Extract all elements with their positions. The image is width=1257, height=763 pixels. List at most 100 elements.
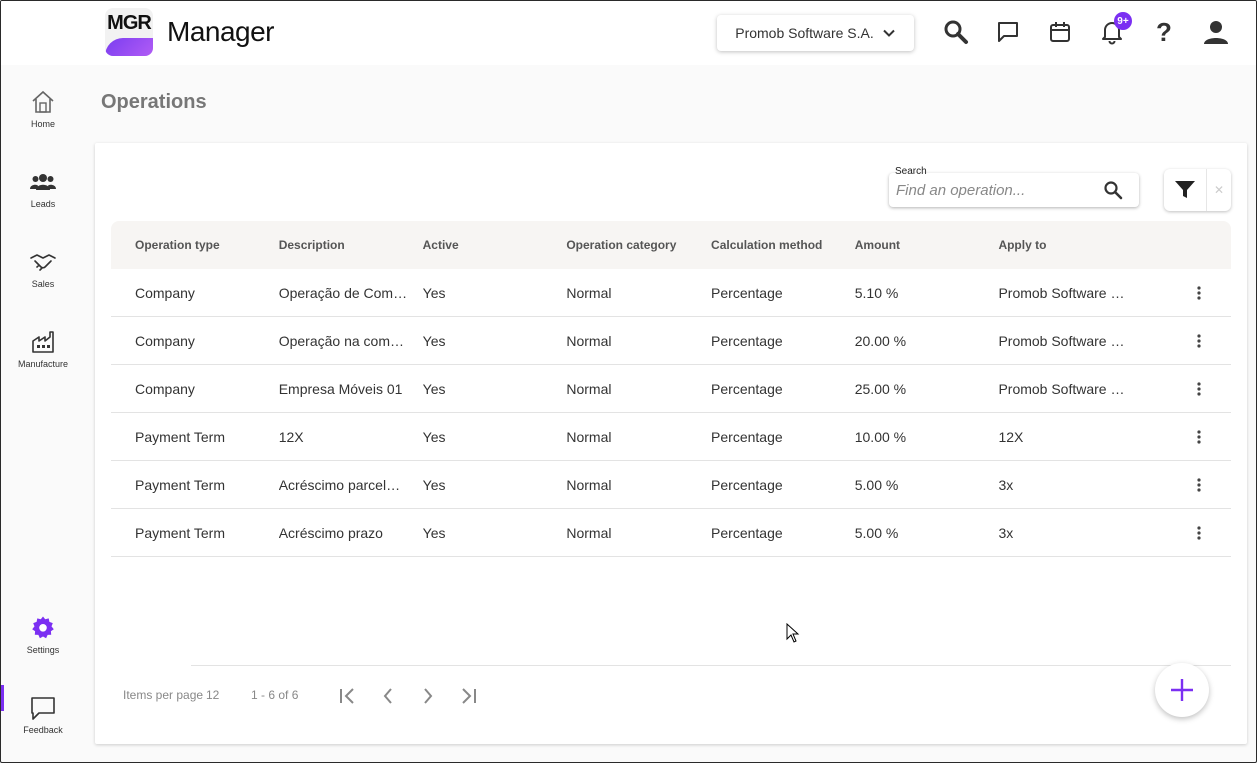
app-window: MGR Manager Promob Software S.A. 9+ ? Ho… [0,0,1257,763]
cell-amount: 5.00 % [854,476,899,493]
search-box[interactable] [889,173,1139,207]
cell-calculation-method: Percentage [711,284,783,301]
cell-operation-type: Company [135,380,195,397]
cell-calculation-method: Percentage [711,476,783,493]
cell-apply-to: Promob Software … [998,332,1125,349]
more-vert-icon[interactable] [1189,427,1209,447]
sidebar-item-feedback[interactable]: Feedback [1,695,85,759]
column-header[interactable]: Operation type [111,238,279,252]
search-icon[interactable] [941,17,971,47]
last-page-button[interactable] [456,684,480,708]
cell-apply-to: 12X [998,428,1024,445]
filter-icon [1175,181,1195,198]
sidebar: Home Leads Sales Manufacture Settings Fe… [1,65,85,762]
cell-calculation-method: Percentage [711,332,783,349]
plus-icon [1171,679,1193,701]
items-per-page-select[interactable]: 12 [206,688,219,702]
table-header: Operation type Description Active Operat… [111,221,1231,269]
chat-icon [31,697,55,720]
chevron-down-icon [883,29,895,37]
sidebar-item-leads[interactable]: Leads [1,169,85,233]
pager-range: 1 - 6 of 6 [251,688,299,702]
cell-description: Acréscimo parcel… [278,476,401,493]
gear-icon [32,616,54,639]
sidebar-item-manufacture[interactable]: Manufacture [1,329,85,393]
table-row[interactable]: Payment Term Acréscimo prazo Yes Normal … [111,509,1231,557]
logo-text: MGR [107,12,152,34]
close-icon: ✕ [1213,183,1225,197]
more-vert-icon[interactable] [1189,331,1209,351]
column-header[interactable]: Description [279,238,423,252]
column-header[interactable]: Apply to [998,238,1142,252]
page-title: Operations [101,91,207,113]
cell-calculation-method: Percentage [711,524,783,541]
company-select[interactable]: Promob Software S.A. [717,15,914,51]
help-icon[interactable]: ? [1149,17,1179,47]
add-operation-button[interactable] [1155,663,1209,717]
factory-icon [32,331,54,353]
cell-category: Normal [566,524,612,541]
calendar-icon[interactable] [1045,17,1075,47]
sidebar-item-label: Manufacture [17,359,69,369]
next-page-button[interactable] [416,684,440,708]
top-header: MGR Manager Promob Software S.A. 9+ ? [1,1,1256,65]
table-row[interactable]: Payment Term Acréscimo parcel… Yes Norma… [111,461,1231,509]
table-row[interactable]: Payment Term 12X Yes Normal Percentage 1… [111,413,1231,461]
first-page-icon [340,688,354,704]
company-select-value: Promob Software S.A. [735,25,874,41]
user-avatar-icon[interactable] [1201,17,1231,47]
filter-group: ✕ [1164,169,1231,211]
more-vert-icon[interactable] [1189,475,1209,495]
cell-active: Yes [422,332,446,349]
cell-apply-to: Promob Software … [998,380,1125,397]
filter-button[interactable] [1164,169,1207,211]
sidebar-item-home[interactable]: Home [1,89,85,153]
column-header[interactable]: Amount [855,238,999,252]
table-row[interactable]: Company Empresa Móveis 01 Yes Normal Per… [111,365,1231,413]
cell-apply-to: 3x [998,476,1014,493]
handshake-icon [30,254,56,271]
cell-active: Yes [422,476,446,493]
chevron-left-icon [383,688,392,704]
column-header[interactable]: Active [423,238,567,252]
column-header[interactable]: Operation category [566,238,711,252]
cell-calculation-method: Percentage [711,380,783,397]
search-icon[interactable] [1103,180,1123,205]
previous-page-button[interactable] [376,684,400,708]
cell-amount: 5.10 % [854,284,899,301]
app-logo[interactable]: MGR [105,8,153,56]
cell-description: Operação na com… [278,332,404,349]
more-vert-icon[interactable] [1189,523,1209,543]
cell-amount: 10.00 % [854,428,907,445]
first-page-button[interactable] [336,684,360,708]
sidebar-item-sales[interactable]: Sales [1,249,85,313]
cell-operation-type: Payment Term [135,428,225,445]
cell-category: Normal [566,428,612,445]
table-row[interactable]: Company Operação na com… Yes Normal Perc… [111,317,1231,365]
search-label: Search [895,166,927,177]
cell-category: Normal [566,332,612,349]
sidebar-item-label: Settings [26,645,60,655]
cell-description: 12X [278,428,304,445]
mouse-cursor-icon [786,622,800,648]
cell-active: Yes [422,428,446,445]
more-vert-icon[interactable] [1189,379,1209,399]
clear-filter-button[interactable]: ✕ [1207,169,1231,211]
search-input[interactable] [896,181,1096,199]
sidebar-item-label: Home [30,119,55,129]
cell-operation-type: Company [135,332,195,349]
cell-operation-type: Company [135,284,195,301]
cell-apply-to: Promob Software … [998,284,1125,301]
sidebar-item-label: Feedback [23,725,63,735]
sidebar-item-settings[interactable]: Settings [1,615,85,679]
footer-divider [191,665,1231,666]
column-header[interactable]: Calculation method [711,238,855,252]
cell-apply-to: 3x [998,524,1014,541]
cell-category: Normal [566,284,612,301]
more-vert-icon[interactable] [1189,283,1209,303]
bell-icon[interactable]: 9+ [1097,12,1132,47]
app-title: Manager [167,16,275,47]
table-row[interactable]: Company Operação de Com… Yes Normal Perc… [111,269,1231,317]
chat-icon[interactable] [993,17,1023,47]
cell-active: Yes [422,284,446,301]
